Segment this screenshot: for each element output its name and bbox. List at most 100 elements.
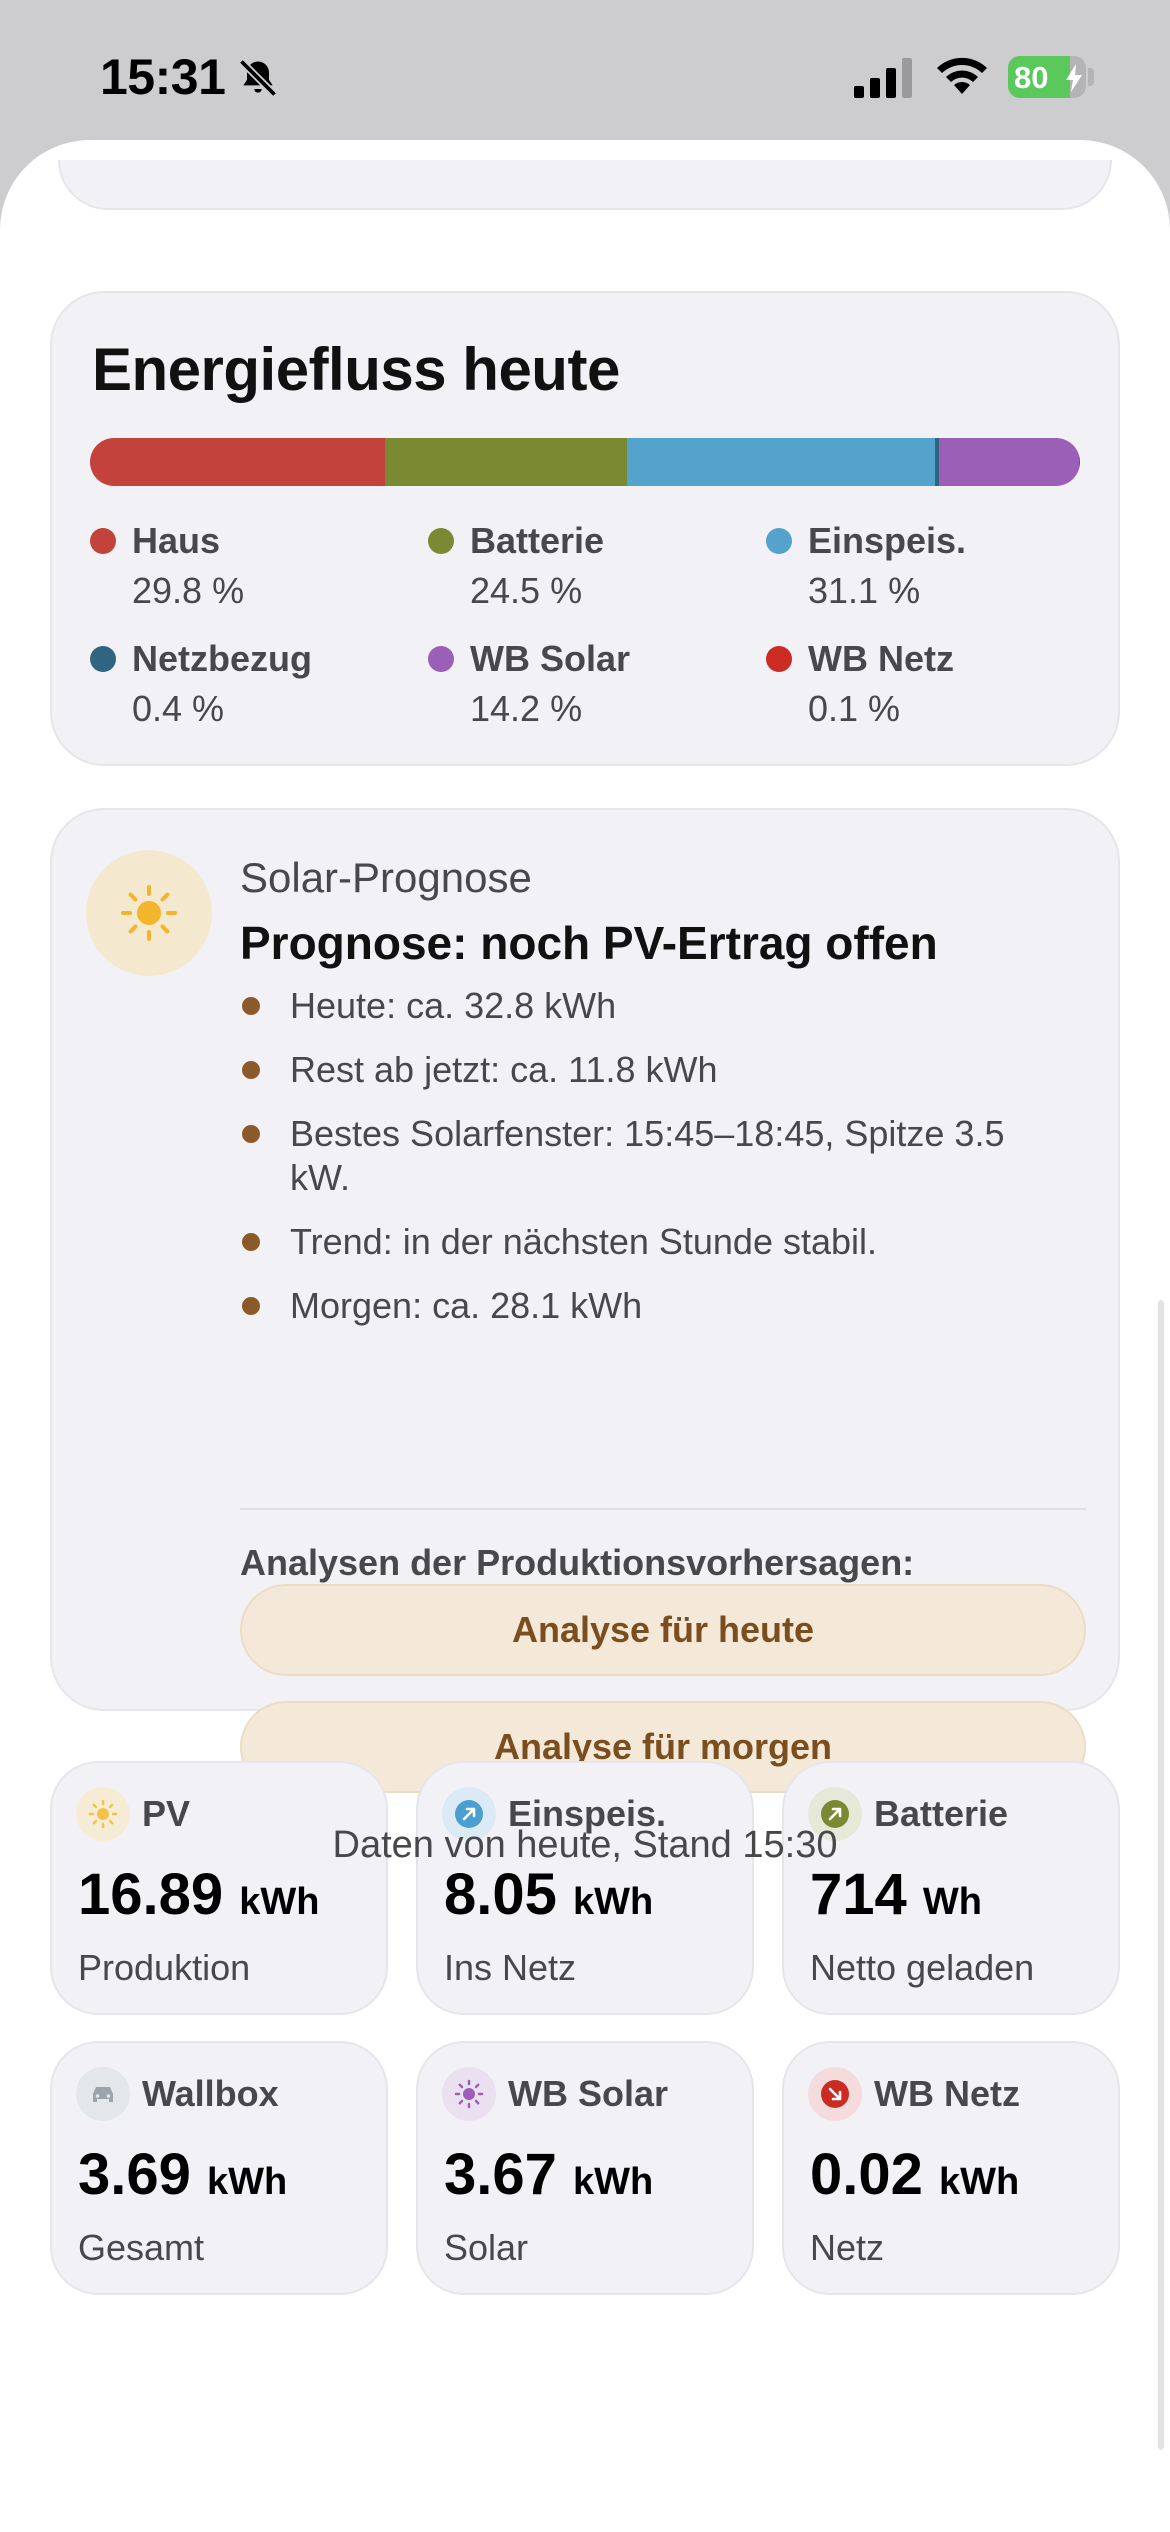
bullet-text: Heute: ca. 32.8 kWh	[290, 985, 617, 1026]
analysis-today-button[interactable]: Analyse für heute	[240, 1584, 1086, 1676]
legend-dot	[90, 528, 116, 554]
bullet-dot	[242, 1233, 260, 1251]
divider	[240, 1508, 1086, 1510]
solar-forecast-card: Solar-Prognose Prognose: noch PV-Ertrag …	[50, 808, 1120, 1793]
flow-segment-wb-solar	[938, 438, 1079, 486]
bullet-text: Morgen: ca. 28.1 kWh	[290, 1285, 643, 1326]
tile-unit: kWh	[573, 1881, 654, 1923]
legend-dot	[428, 528, 454, 554]
tile-pv[interactable]: PV 16.89 kWh Produktion	[50, 1761, 388, 2015]
legend-value: 0.4 %	[132, 688, 225, 729]
battery-cap	[1088, 68, 1094, 86]
tile-subtitle: Netz	[810, 2227, 885, 2268]
tile-number: 714	[810, 1862, 907, 1927]
forecast-bullet-list: Heute: ca. 32.8 kWh Rest ab jetzt: ca. 1…	[240, 984, 1060, 1348]
legend-value: 29.8 %	[132, 570, 245, 611]
sun-icon	[442, 2067, 496, 2121]
legend-dot	[766, 646, 792, 672]
energy-flow-bar	[90, 438, 1080, 486]
bullet-dot	[242, 1061, 260, 1079]
flow-segment-batterie	[384, 438, 628, 486]
tile-unit: kWh	[939, 2161, 1020, 2203]
legend-item: Batterie 24.5 %	[428, 520, 748, 620]
legend-label: Einspeis.	[808, 520, 967, 561]
tile-einspeis[interactable]: Einspeis. 8.05 kWh Ins Netz	[416, 1761, 754, 2015]
tile-number: 3.67	[444, 2142, 557, 2207]
scrollbar[interactable]	[1158, 1300, 1164, 2450]
battery-indicator: 80	[1008, 56, 1086, 98]
tile-value: 16.89 kWh	[78, 1861, 320, 1928]
status-bar: 15:31 80	[0, 0, 1170, 150]
tile-value: 0.02 kWh	[810, 2141, 1019, 2208]
tile-unit: kWh	[207, 2161, 288, 2203]
cellular-signal-icon	[854, 58, 912, 98]
forecast-bullet: Heute: ca. 32.8 kWh	[240, 984, 1060, 1028]
bullet-text: Rest ab jetzt: ca. 11.8 kWh	[290, 1049, 718, 1090]
tile-wb-solar[interactable]: WB Solar 3.67 kWh Solar	[416, 2041, 754, 2295]
legend-item: WB Solar 14.2 %	[428, 638, 748, 738]
forecast-icon-badge	[86, 850, 212, 976]
energy-flow-card: Energiefluss heute Haus 29.8 % Batterie 24.…	[50, 291, 1120, 766]
tile-value: 714 Wh	[810, 1861, 982, 1928]
legend-value: 0.1 %	[808, 688, 901, 729]
legend-item: Netzbezug 0.4 %	[90, 638, 410, 738]
wifi-icon	[937, 57, 987, 94]
tile-number: 8.05	[444, 1862, 557, 1927]
forecast-headline: Prognose: noch PV-Ertrag offen	[240, 917, 938, 969]
bullet-text: Trend: in der nächsten Stunde stabil.	[290, 1221, 878, 1262]
flow-segment-haus	[90, 438, 385, 486]
legend-value: 24.5 %	[470, 570, 583, 611]
battery-percentage: 80	[1014, 60, 1049, 95]
legend-dot	[766, 528, 792, 554]
tile-wb-netz[interactable]: WB Netz 0.02 kWh Netz	[782, 2041, 1120, 2295]
tile-title: WB Solar	[508, 2073, 669, 2114]
tile-number: 16.89	[78, 1862, 224, 1927]
energy-flow-title: Energiefluss heute	[92, 336, 620, 403]
forecast-bullet: Rest ab jetzt: ca. 11.8 kWh	[240, 1048, 1060, 1092]
forecast-bullet: Morgen: ca. 28.1 kWh	[240, 1284, 1060, 1328]
forecast-bullet: Bestes Solarfenster: 15:45–18:45, Spitze…	[240, 1112, 1060, 1200]
legend-item: Einspeis. 31.1 %	[766, 520, 1086, 620]
tile-title: WB Netz	[874, 2073, 1020, 2114]
legend-label: WB Netz	[808, 638, 954, 679]
tile-subtitle: Solar	[444, 2227, 529, 2268]
previous-card-edge	[58, 160, 1112, 210]
data-timestamp: Daten von heute, Stand 15:30	[332, 1824, 838, 1866]
legend-dot	[428, 646, 454, 672]
analysis-heading: Analysen der Produktionsvorhersagen:	[240, 1542, 915, 1583]
forecast-label: Solar-Prognose	[240, 854, 532, 901]
arrow-down-right-icon	[808, 2067, 862, 2121]
legend-label: Batterie	[470, 520, 605, 561]
legend-item: Haus 29.8 %	[90, 520, 410, 620]
legend-label: WB Solar	[470, 638, 631, 679]
car-icon	[76, 2067, 130, 2121]
tile-batterie[interactable]: Batterie 714 Wh Netto geladen	[782, 1761, 1120, 2015]
flow-segment-einspeis	[627, 438, 935, 486]
tile-subtitle: Netto geladen	[810, 1947, 1035, 1988]
legend-value: 31.1 %	[808, 570, 921, 611]
legend-label: Haus	[132, 520, 221, 561]
charging-bolt-icon	[1066, 64, 1082, 92]
bell-slash-icon	[238, 58, 278, 98]
tile-subtitle: Gesamt	[78, 2227, 205, 2268]
bullet-dot	[242, 997, 260, 1015]
status-time: 15:31	[100, 49, 226, 105]
tile-value: 3.69 kWh	[78, 2141, 287, 2208]
tile-number: 3.69	[78, 2142, 191, 2207]
bullet-dot	[242, 1125, 260, 1143]
tile-number: 0.02	[810, 2142, 923, 2207]
bottom-sheet[interactable]: Energiefluss heute Haus 29.8 % Batterie 24.…	[0, 140, 1170, 2532]
bullet-text: Bestes Solarfenster: 15:45–18:45, Spitze…	[290, 1113, 1005, 1198]
tile-subtitle: Ins Netz	[444, 1947, 577, 1988]
flow-segment-wb-netz	[1078, 438, 1080, 486]
tile-value: 3.67 kWh	[444, 2141, 653, 2208]
tile-subtitle: Produktion	[78, 1947, 251, 1988]
forecast-bullet: Trend: in der nächsten Stunde stabil.	[240, 1220, 1060, 1264]
tile-unit: Wh	[922, 1881, 982, 1923]
sun-icon	[121, 885, 177, 941]
tile-value: 8.05 kWh	[444, 1861, 653, 1928]
tile-unit: kWh	[573, 2161, 654, 2203]
tile-title: Wallbox	[142, 2073, 279, 2114]
tile-wallbox[interactable]: Wallbox 3.69 kWh Gesamt	[50, 2041, 388, 2295]
legend-label: Netzbezug	[132, 638, 312, 679]
